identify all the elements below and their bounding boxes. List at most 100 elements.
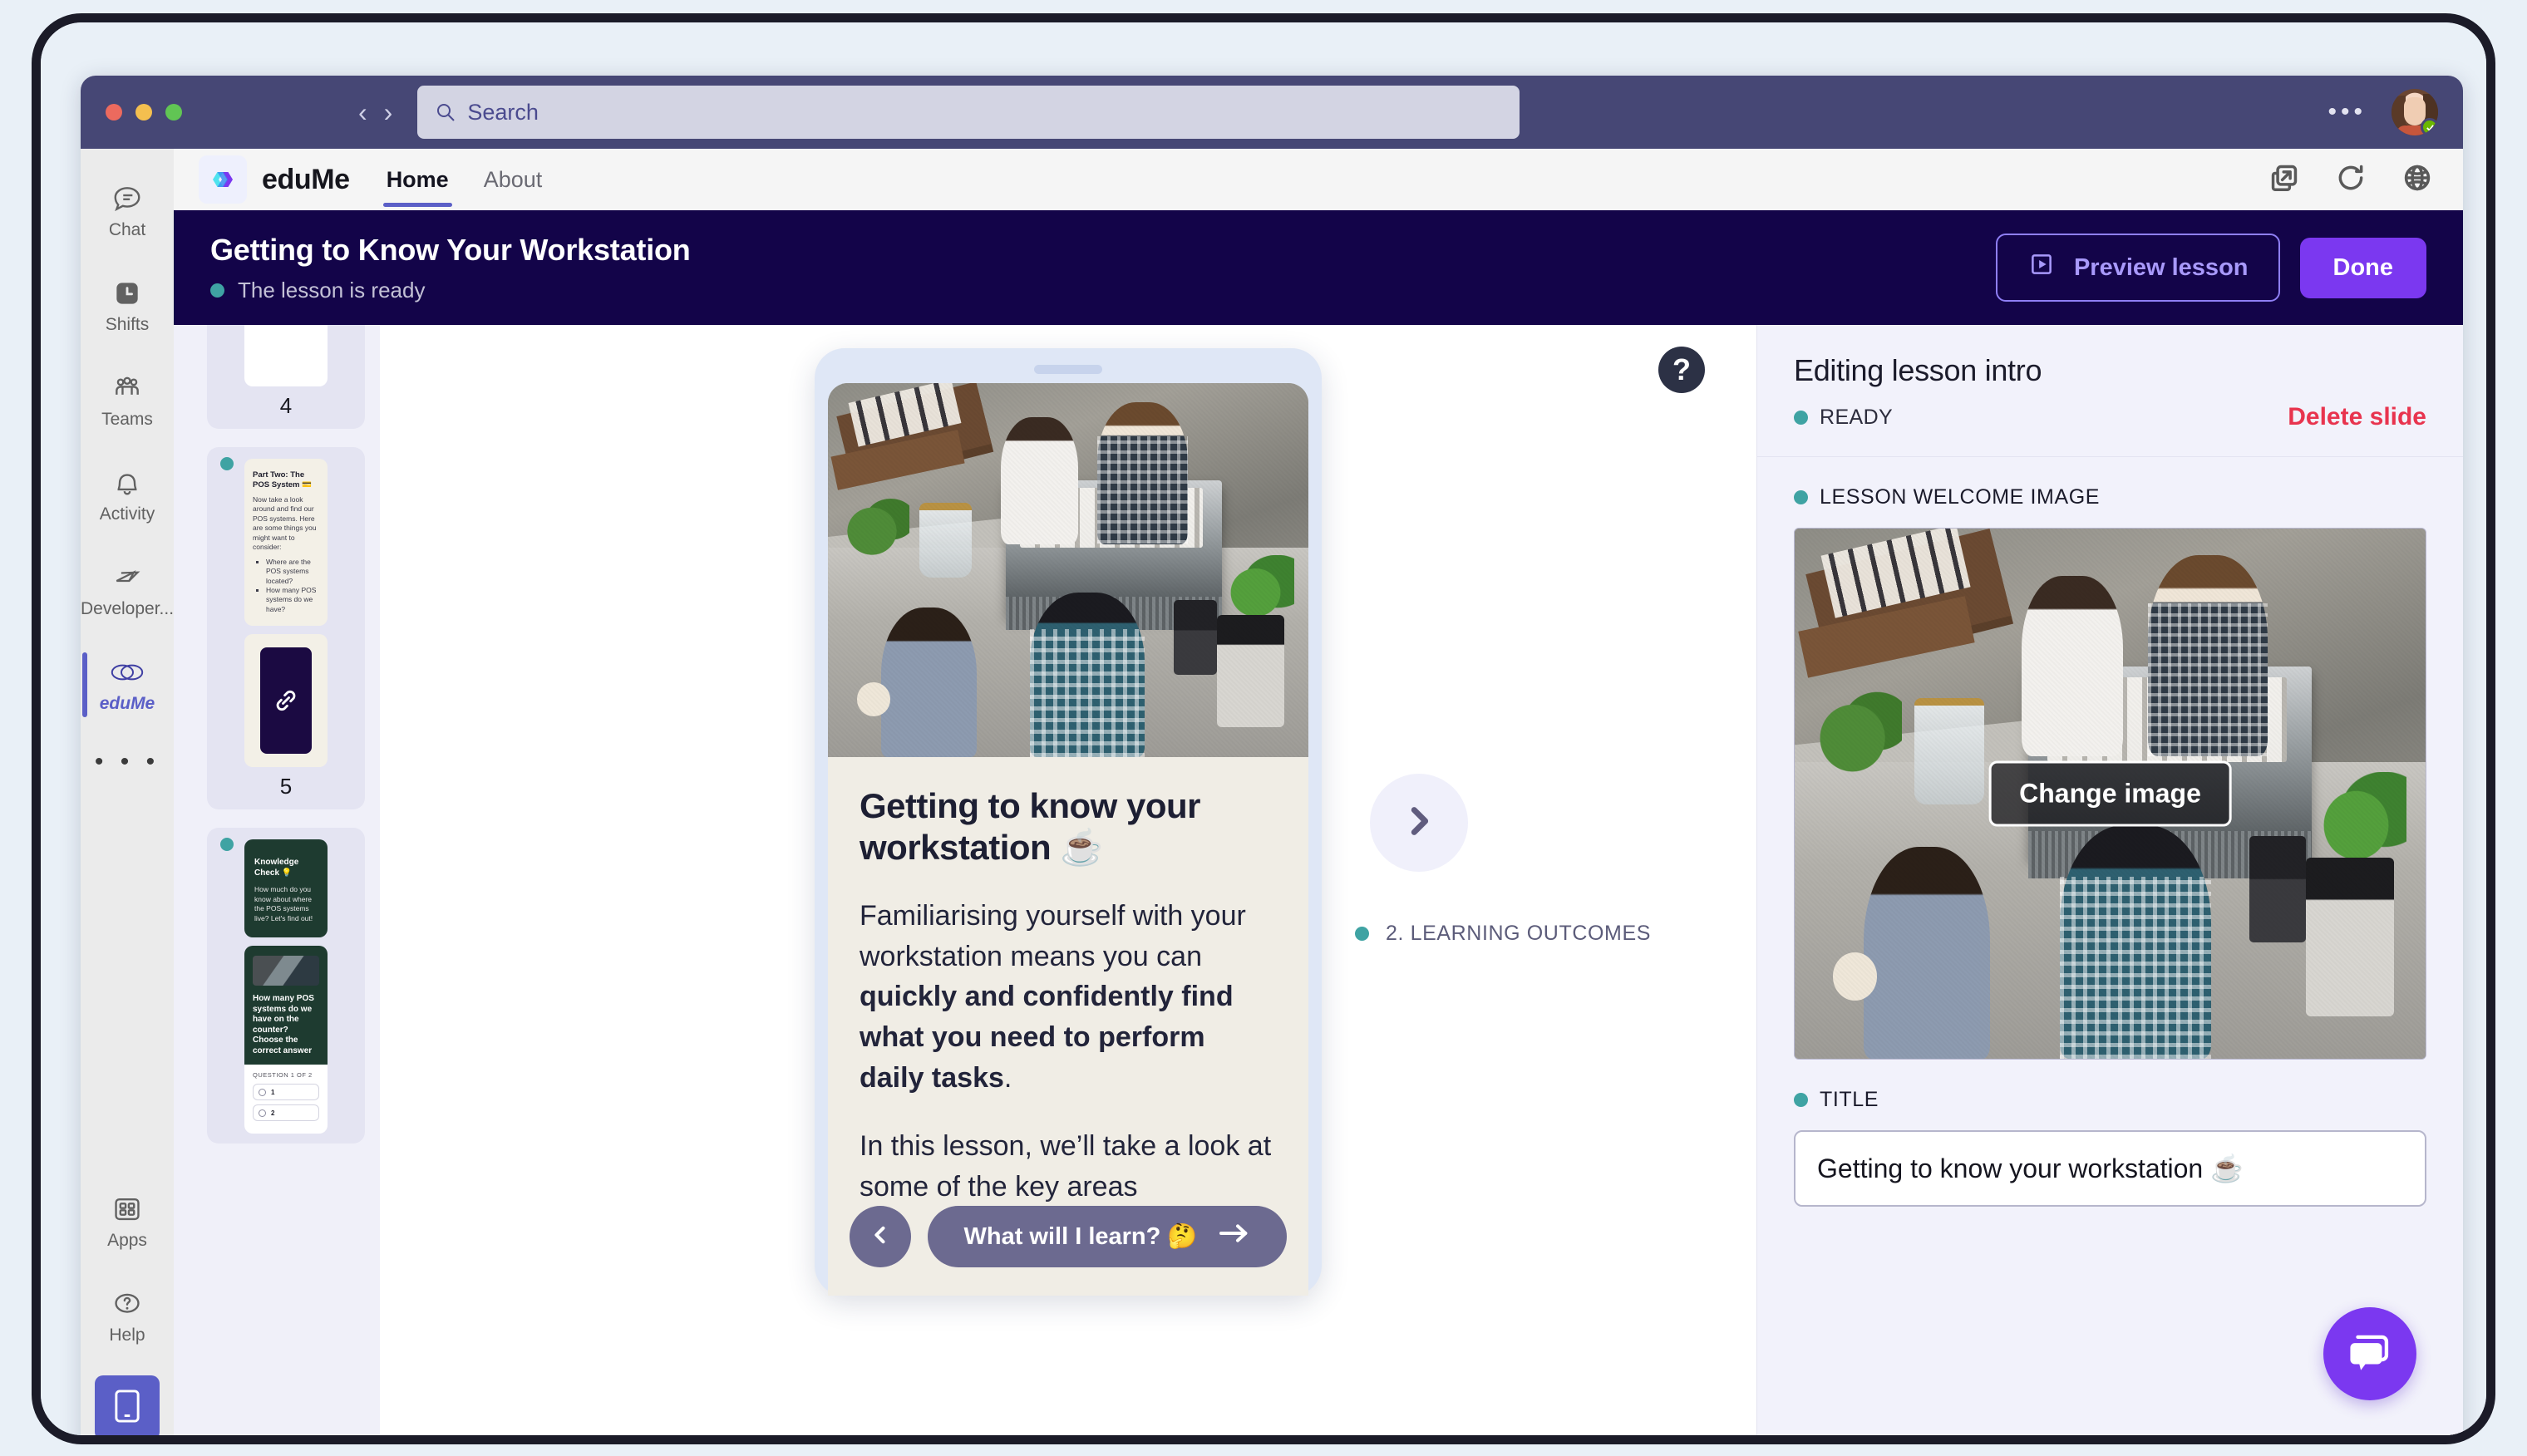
- title-label-row: TITLE: [1794, 1088, 2426, 1112]
- inspector-header: Editing lesson intro READY Delete slide: [1757, 325, 2463, 457]
- slide-number: 4: [280, 393, 292, 419]
- chat-support-button[interactable]: [2323, 1307, 2416, 1400]
- paragraph-plain-end: .: [1004, 1062, 1012, 1094]
- avatar[interactable]: [2392, 89, 2438, 135]
- phone-screen: Getting to know your workstation ☕ Famil…: [828, 383, 1308, 1296]
- slide-thumbnail-4[interactable]: + 4: [207, 325, 365, 429]
- slide-thumb-content: Part Two: The POS System 💳 Now take a lo…: [244, 459, 328, 626]
- sidebar-item-edume[interactable]: eduMe: [81, 637, 174, 732]
- phone-cta-button[interactable]: What will I learn? 🤔: [928, 1206, 1287, 1267]
- lesson-banner: Getting to Know Your Workstation The les…: [174, 210, 2463, 325]
- next-slide-preview: 2. LEARNING OUTCOMES: [1355, 774, 1651, 946]
- slide-thumb-heading: Part Two: The POS System 💳: [253, 470, 319, 490]
- question-option[interactable]: 1: [253, 1084, 319, 1100]
- status-dot-icon: [210, 283, 224, 298]
- pop-out-icon[interactable]: [2268, 162, 2300, 198]
- developer-icon: [108, 561, 146, 594]
- window-titlebar: ‹ › Search •••: [81, 76, 2463, 149]
- forward-button[interactable]: ›: [384, 99, 393, 125]
- slide-thumb-bullet: Where are the POS systems located?: [266, 558, 319, 586]
- tab-home[interactable]: Home: [383, 149, 452, 210]
- search-placeholder: Search: [467, 100, 539, 125]
- app-header-icons: [2268, 162, 2433, 198]
- slide-thumbnail-6[interactable]: Knowledge Check 💡 How much do you know a…: [207, 828, 365, 1144]
- next-slide-label: 2. LEARNING OUTCOMES: [1386, 922, 1651, 946]
- chat-bubble-icon: [2346, 1328, 2394, 1380]
- back-button[interactable]: ‹: [358, 99, 367, 125]
- status-dot-icon: [1794, 411, 1808, 425]
- sidebar-item-teams[interactable]: Teams: [81, 353, 174, 448]
- app-area: eduMe Home About: [174, 149, 2463, 1435]
- sidebar-more-button[interactable]: • • •: [95, 732, 160, 790]
- page-title: Getting to Know Your Workstation: [210, 233, 691, 268]
- sidebar-item-label: Activity: [100, 504, 155, 524]
- sidebar-item-shifts[interactable]: Shifts: [81, 258, 174, 353]
- bell-icon: [108, 466, 146, 499]
- chat-icon: [108, 182, 146, 215]
- question-option-label: 2: [271, 1109, 274, 1117]
- sidebar-item-apps[interactable]: Apps: [81, 1174, 174, 1269]
- sidebar-item-chat[interactable]: Chat: [81, 164, 174, 258]
- globe-icon[interactable]: [2401, 162, 2433, 198]
- slide-status-dot-icon: [220, 838, 234, 851]
- coffee-shop-photo: [828, 383, 1308, 757]
- tab-about[interactable]: About: [480, 149, 546, 210]
- sidebar-item-activity[interactable]: Activity: [81, 448, 174, 543]
- app-tabs: Home About: [383, 149, 546, 210]
- slide-thumb-add: +: [244, 325, 328, 386]
- minimize-window-button[interactable]: [135, 104, 152, 121]
- mobile-device-button[interactable]: [95, 1375, 160, 1435]
- slide-thumbnail-5[interactable]: Part Two: The POS System 💳 Now take a lo…: [207, 447, 365, 809]
- welcome-image-label-row: LESSON WELCOME IMAGE: [1794, 485, 2426, 509]
- sidebar-item-label: Shifts: [106, 315, 150, 335]
- sidebar-item-help[interactable]: Help: [81, 1269, 174, 1364]
- welcome-image-preview[interactable]: Change image: [1794, 528, 2426, 1060]
- welcome-image-section: LESSON WELCOME IMAGE: [1757, 457, 2463, 1060]
- sidebar-item-developer[interactable]: Developer...: [81, 543, 174, 637]
- sidebar-item-label: Help: [109, 1326, 145, 1345]
- change-image-button[interactable]: Change image: [1988, 761, 2232, 827]
- title-input[interactable]: Getting to know your workstation ☕: [1794, 1130, 2426, 1207]
- slide-thumb-question: How many POS systems do we have on the c…: [244, 946, 328, 1134]
- close-window-button[interactable]: [106, 104, 122, 121]
- slides-column[interactable]: + 4 Part Two: The POS System 💳 Now take …: [174, 325, 380, 1435]
- preview-lesson-label: Preview lesson: [2074, 254, 2249, 282]
- titlebar-overflow-button[interactable]: •••: [2328, 107, 2367, 117]
- paragraph-plain-start: Familiarising yourself with your worksta…: [860, 900, 1246, 972]
- next-slide-label-row: 2. LEARNING OUTCOMES: [1355, 922, 1651, 946]
- slide-hero-image: [828, 383, 1308, 757]
- device-frame: ‹ › Search •••: [32, 13, 2495, 1444]
- canvas-help-button[interactable]: ?: [1658, 347, 1705, 393]
- window-traffic-lights: [106, 104, 182, 121]
- slide-paragraph-1: Familiarising yourself with your worksta…: [860, 896, 1277, 1098]
- sidebar-item-label: Developer...: [81, 599, 174, 619]
- phone-cta-label: What will I learn? 🤔: [963, 1222, 1197, 1251]
- chevron-right-icon: [1400, 802, 1438, 844]
- status-dot-icon: [1794, 1093, 1808, 1107]
- next-slide-button[interactable]: [1370, 774, 1468, 872]
- done-button[interactable]: Done: [2300, 238, 2427, 298]
- lesson-status-text: The lesson is ready: [238, 278, 425, 303]
- question-option[interactable]: 2: [253, 1104, 319, 1121]
- slide-paragraph-2: In this lesson, we’ll take a look at som…: [860, 1126, 1277, 1207]
- app-header: eduMe Home About: [174, 149, 2463, 210]
- app-rail: Chat Shifts: [81, 149, 174, 1435]
- question-text: How many POS systems do we have on the c…: [253, 994, 319, 1056]
- slide-number: 5: [280, 774, 292, 799]
- teams-icon: [108, 371, 146, 405]
- title-section: TITLE Getting to know your workstation ☕: [1757, 1060, 2463, 1207]
- inspector-status: READY: [1794, 406, 1893, 430]
- preview-lesson-button[interactable]: Preview lesson: [1996, 234, 2280, 302]
- slide-status-dot-icon: [220, 457, 234, 470]
- slide-canvas: ?: [380, 325, 1756, 1435]
- slide-thumb-text: Part Two: The POS System 💳 Now take a lo…: [244, 459, 328, 626]
- delete-slide-button[interactable]: Delete slide: [2288, 403, 2426, 431]
- arrow-right-icon: [1218, 1222, 1251, 1252]
- apps-icon: [108, 1193, 146, 1226]
- phone-back-button[interactable]: [850, 1206, 911, 1267]
- maximize-window-button[interactable]: [165, 104, 182, 121]
- window-body: Chat Shifts: [81, 149, 2463, 1435]
- lesson-banner-left: Getting to Know Your Workstation The les…: [210, 233, 691, 303]
- search-input[interactable]: Search: [417, 86, 1520, 139]
- refresh-icon[interactable]: [2335, 162, 2367, 198]
